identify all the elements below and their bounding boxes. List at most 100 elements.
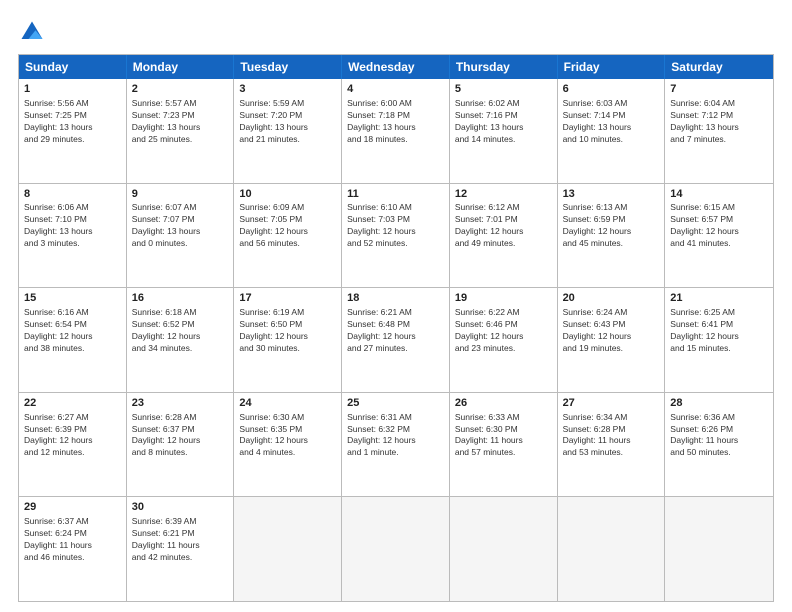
day-number: 17 xyxy=(239,291,336,306)
day-cell-26: 26Sunrise: 6:33 AM Sunset: 6:30 PM Dayli… xyxy=(450,393,558,497)
day-number: 3 xyxy=(239,82,336,97)
day-cell-10: 10Sunrise: 6:09 AM Sunset: 7:05 PM Dayli… xyxy=(234,184,342,288)
day-info: Sunrise: 6:25 AM Sunset: 6:41 PM Dayligh… xyxy=(670,307,768,355)
day-number: 27 xyxy=(563,396,660,411)
day-cell-11: 11Sunrise: 6:10 AM Sunset: 7:03 PM Dayli… xyxy=(342,184,450,288)
weekday-header-sunday: Sunday xyxy=(19,55,127,79)
day-number: 10 xyxy=(239,187,336,202)
day-info: Sunrise: 6:13 AM Sunset: 6:59 PM Dayligh… xyxy=(563,202,660,250)
day-cell-30: 30Sunrise: 6:39 AM Sunset: 6:21 PM Dayli… xyxy=(127,497,235,601)
day-info: Sunrise: 6:18 AM Sunset: 6:52 PM Dayligh… xyxy=(132,307,229,355)
calendar-header: SundayMondayTuesdayWednesdayThursdayFrid… xyxy=(19,55,773,79)
calendar: SundayMondayTuesdayWednesdayThursdayFrid… xyxy=(18,54,774,602)
day-number: 25 xyxy=(347,396,444,411)
day-number: 11 xyxy=(347,187,444,202)
day-number: 26 xyxy=(455,396,552,411)
calendar-row-5: 29Sunrise: 6:37 AM Sunset: 6:24 PM Dayli… xyxy=(19,496,773,601)
day-cell-19: 19Sunrise: 6:22 AM Sunset: 6:46 PM Dayli… xyxy=(450,288,558,392)
header xyxy=(18,18,774,46)
calendar-row-2: 8Sunrise: 6:06 AM Sunset: 7:10 PM Daylig… xyxy=(19,183,773,288)
empty-cell xyxy=(234,497,342,601)
page: SundayMondayTuesdayWednesdayThursdayFrid… xyxy=(0,0,792,612)
day-cell-6: 6Sunrise: 6:03 AM Sunset: 7:14 PM Daylig… xyxy=(558,79,666,183)
day-info: Sunrise: 6:10 AM Sunset: 7:03 PM Dayligh… xyxy=(347,202,444,250)
day-cell-21: 21Sunrise: 6:25 AM Sunset: 6:41 PM Dayli… xyxy=(665,288,773,392)
day-number: 16 xyxy=(132,291,229,306)
calendar-body: 1Sunrise: 5:56 AM Sunset: 7:25 PM Daylig… xyxy=(19,79,773,601)
weekday-header-friday: Friday xyxy=(558,55,666,79)
empty-cell xyxy=(665,497,773,601)
empty-cell xyxy=(558,497,666,601)
day-cell-18: 18Sunrise: 6:21 AM Sunset: 6:48 PM Dayli… xyxy=(342,288,450,392)
day-number: 29 xyxy=(24,500,121,515)
day-number: 13 xyxy=(563,187,660,202)
day-cell-4: 4Sunrise: 6:00 AM Sunset: 7:18 PM Daylig… xyxy=(342,79,450,183)
day-info: Sunrise: 6:00 AM Sunset: 7:18 PM Dayligh… xyxy=(347,98,444,146)
day-cell-25: 25Sunrise: 6:31 AM Sunset: 6:32 PM Dayli… xyxy=(342,393,450,497)
day-number: 22 xyxy=(24,396,121,411)
day-info: Sunrise: 6:27 AM Sunset: 6:39 PM Dayligh… xyxy=(24,412,121,460)
day-number: 20 xyxy=(563,291,660,306)
day-info: Sunrise: 6:30 AM Sunset: 6:35 PM Dayligh… xyxy=(239,412,336,460)
logo xyxy=(18,18,50,46)
day-cell-28: 28Sunrise: 6:36 AM Sunset: 6:26 PM Dayli… xyxy=(665,393,773,497)
day-cell-1: 1Sunrise: 5:56 AM Sunset: 7:25 PM Daylig… xyxy=(19,79,127,183)
logo-icon xyxy=(18,18,46,46)
day-cell-13: 13Sunrise: 6:13 AM Sunset: 6:59 PM Dayli… xyxy=(558,184,666,288)
day-cell-27: 27Sunrise: 6:34 AM Sunset: 6:28 PM Dayli… xyxy=(558,393,666,497)
day-info: Sunrise: 6:34 AM Sunset: 6:28 PM Dayligh… xyxy=(563,412,660,460)
empty-cell xyxy=(450,497,558,601)
day-cell-3: 3Sunrise: 5:59 AM Sunset: 7:20 PM Daylig… xyxy=(234,79,342,183)
day-info: Sunrise: 6:31 AM Sunset: 6:32 PM Dayligh… xyxy=(347,412,444,460)
day-cell-8: 8Sunrise: 6:06 AM Sunset: 7:10 PM Daylig… xyxy=(19,184,127,288)
weekday-header-thursday: Thursday xyxy=(450,55,558,79)
day-number: 21 xyxy=(670,291,768,306)
day-number: 2 xyxy=(132,82,229,97)
day-info: Sunrise: 6:02 AM Sunset: 7:16 PM Dayligh… xyxy=(455,98,552,146)
day-cell-22: 22Sunrise: 6:27 AM Sunset: 6:39 PM Dayli… xyxy=(19,393,127,497)
day-number: 1 xyxy=(24,82,121,97)
day-info: Sunrise: 6:37 AM Sunset: 6:24 PM Dayligh… xyxy=(24,516,121,564)
day-info: Sunrise: 6:28 AM Sunset: 6:37 PM Dayligh… xyxy=(132,412,229,460)
day-info: Sunrise: 6:33 AM Sunset: 6:30 PM Dayligh… xyxy=(455,412,552,460)
day-info: Sunrise: 6:06 AM Sunset: 7:10 PM Dayligh… xyxy=(24,202,121,250)
day-number: 9 xyxy=(132,187,229,202)
day-info: Sunrise: 6:09 AM Sunset: 7:05 PM Dayligh… xyxy=(239,202,336,250)
day-number: 5 xyxy=(455,82,552,97)
weekday-header-wednesday: Wednesday xyxy=(342,55,450,79)
day-info: Sunrise: 5:56 AM Sunset: 7:25 PM Dayligh… xyxy=(24,98,121,146)
day-cell-16: 16Sunrise: 6:18 AM Sunset: 6:52 PM Dayli… xyxy=(127,288,235,392)
day-number: 8 xyxy=(24,187,121,202)
day-cell-14: 14Sunrise: 6:15 AM Sunset: 6:57 PM Dayli… xyxy=(665,184,773,288)
day-number: 6 xyxy=(563,82,660,97)
day-number: 7 xyxy=(670,82,768,97)
day-info: Sunrise: 6:16 AM Sunset: 6:54 PM Dayligh… xyxy=(24,307,121,355)
calendar-row-1: 1Sunrise: 5:56 AM Sunset: 7:25 PM Daylig… xyxy=(19,79,773,183)
day-info: Sunrise: 5:59 AM Sunset: 7:20 PM Dayligh… xyxy=(239,98,336,146)
calendar-row-3: 15Sunrise: 6:16 AM Sunset: 6:54 PM Dayli… xyxy=(19,287,773,392)
day-cell-17: 17Sunrise: 6:19 AM Sunset: 6:50 PM Dayli… xyxy=(234,288,342,392)
day-info: Sunrise: 6:07 AM Sunset: 7:07 PM Dayligh… xyxy=(132,202,229,250)
day-info: Sunrise: 6:19 AM Sunset: 6:50 PM Dayligh… xyxy=(239,307,336,355)
day-cell-12: 12Sunrise: 6:12 AM Sunset: 7:01 PM Dayli… xyxy=(450,184,558,288)
day-number: 24 xyxy=(239,396,336,411)
day-number: 14 xyxy=(670,187,768,202)
day-number: 30 xyxy=(132,500,229,515)
day-cell-29: 29Sunrise: 6:37 AM Sunset: 6:24 PM Dayli… xyxy=(19,497,127,601)
day-info: Sunrise: 6:04 AM Sunset: 7:12 PM Dayligh… xyxy=(670,98,768,146)
day-info: Sunrise: 6:22 AM Sunset: 6:46 PM Dayligh… xyxy=(455,307,552,355)
day-number: 28 xyxy=(670,396,768,411)
day-cell-23: 23Sunrise: 6:28 AM Sunset: 6:37 PM Dayli… xyxy=(127,393,235,497)
day-info: Sunrise: 6:36 AM Sunset: 6:26 PM Dayligh… xyxy=(670,412,768,460)
day-cell-5: 5Sunrise: 6:02 AM Sunset: 7:16 PM Daylig… xyxy=(450,79,558,183)
weekday-header-tuesday: Tuesday xyxy=(234,55,342,79)
day-info: Sunrise: 5:57 AM Sunset: 7:23 PM Dayligh… xyxy=(132,98,229,146)
day-number: 18 xyxy=(347,291,444,306)
day-cell-24: 24Sunrise: 6:30 AM Sunset: 6:35 PM Dayli… xyxy=(234,393,342,497)
day-cell-15: 15Sunrise: 6:16 AM Sunset: 6:54 PM Dayli… xyxy=(19,288,127,392)
calendar-row-4: 22Sunrise: 6:27 AM Sunset: 6:39 PM Dayli… xyxy=(19,392,773,497)
day-info: Sunrise: 6:15 AM Sunset: 6:57 PM Dayligh… xyxy=(670,202,768,250)
day-number: 12 xyxy=(455,187,552,202)
day-number: 23 xyxy=(132,396,229,411)
day-cell-7: 7Sunrise: 6:04 AM Sunset: 7:12 PM Daylig… xyxy=(665,79,773,183)
